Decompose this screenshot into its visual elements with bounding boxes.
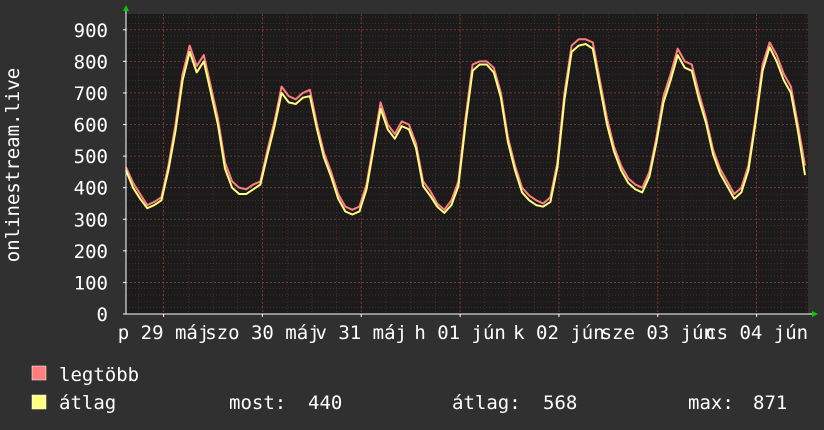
x-tick-label: p 29 máj [118,322,210,344]
y-tick-label: 600 [74,115,108,137]
legend-label-legtobb: legtöbb [59,364,139,386]
x-tick-labels: p 29 májszo 30 májv 31 máj h 01 jún k 02 j… [118,322,808,344]
legend-label-atlag: átlag [59,392,116,414]
plot-area [126,14,808,314]
x-tick-label: v 31 máj [315,322,407,344]
y-tick-label: 700 [74,83,108,105]
y-tick-label: 900 [74,20,108,42]
stat-most-value: 440 [308,392,342,414]
x-tick-label: szo 30 máj [205,322,319,344]
stat-avg-label: átlag: [452,392,521,414]
y-tick-label: 500 [74,146,108,168]
y-tick-label: 400 [74,178,108,200]
stats: most: 440 átlag: 568 max: 871 [229,392,787,414]
stat-avg-value: 568 [543,392,577,414]
y-axis-label: onlinestream.live [2,68,24,262]
stat-max-label: max: [688,392,734,414]
y-tick-label: 800 [74,51,108,73]
legend-swatch-legtobb [31,365,47,381]
y-tick-label: 200 [74,241,108,263]
y-tick-label: 100 [74,272,108,294]
stat-most-label: most: [229,392,286,414]
x-tick-label: k 02 jún [513,322,605,344]
x-tick-label: cs 04 jún [705,322,808,344]
legend-swatch-atlag [31,394,47,410]
stat-max-value: 871 [753,392,787,414]
x-tick-label: h 01 jún [414,322,506,344]
chart: 0 100 200 300 400 500 600 700 800 900 p 29 májszo… [0,0,824,430]
y-tick-label: 300 [74,209,108,231]
x-tick-label: sze 03 jún [601,322,715,344]
y-tick-label: 0 [97,304,108,326]
